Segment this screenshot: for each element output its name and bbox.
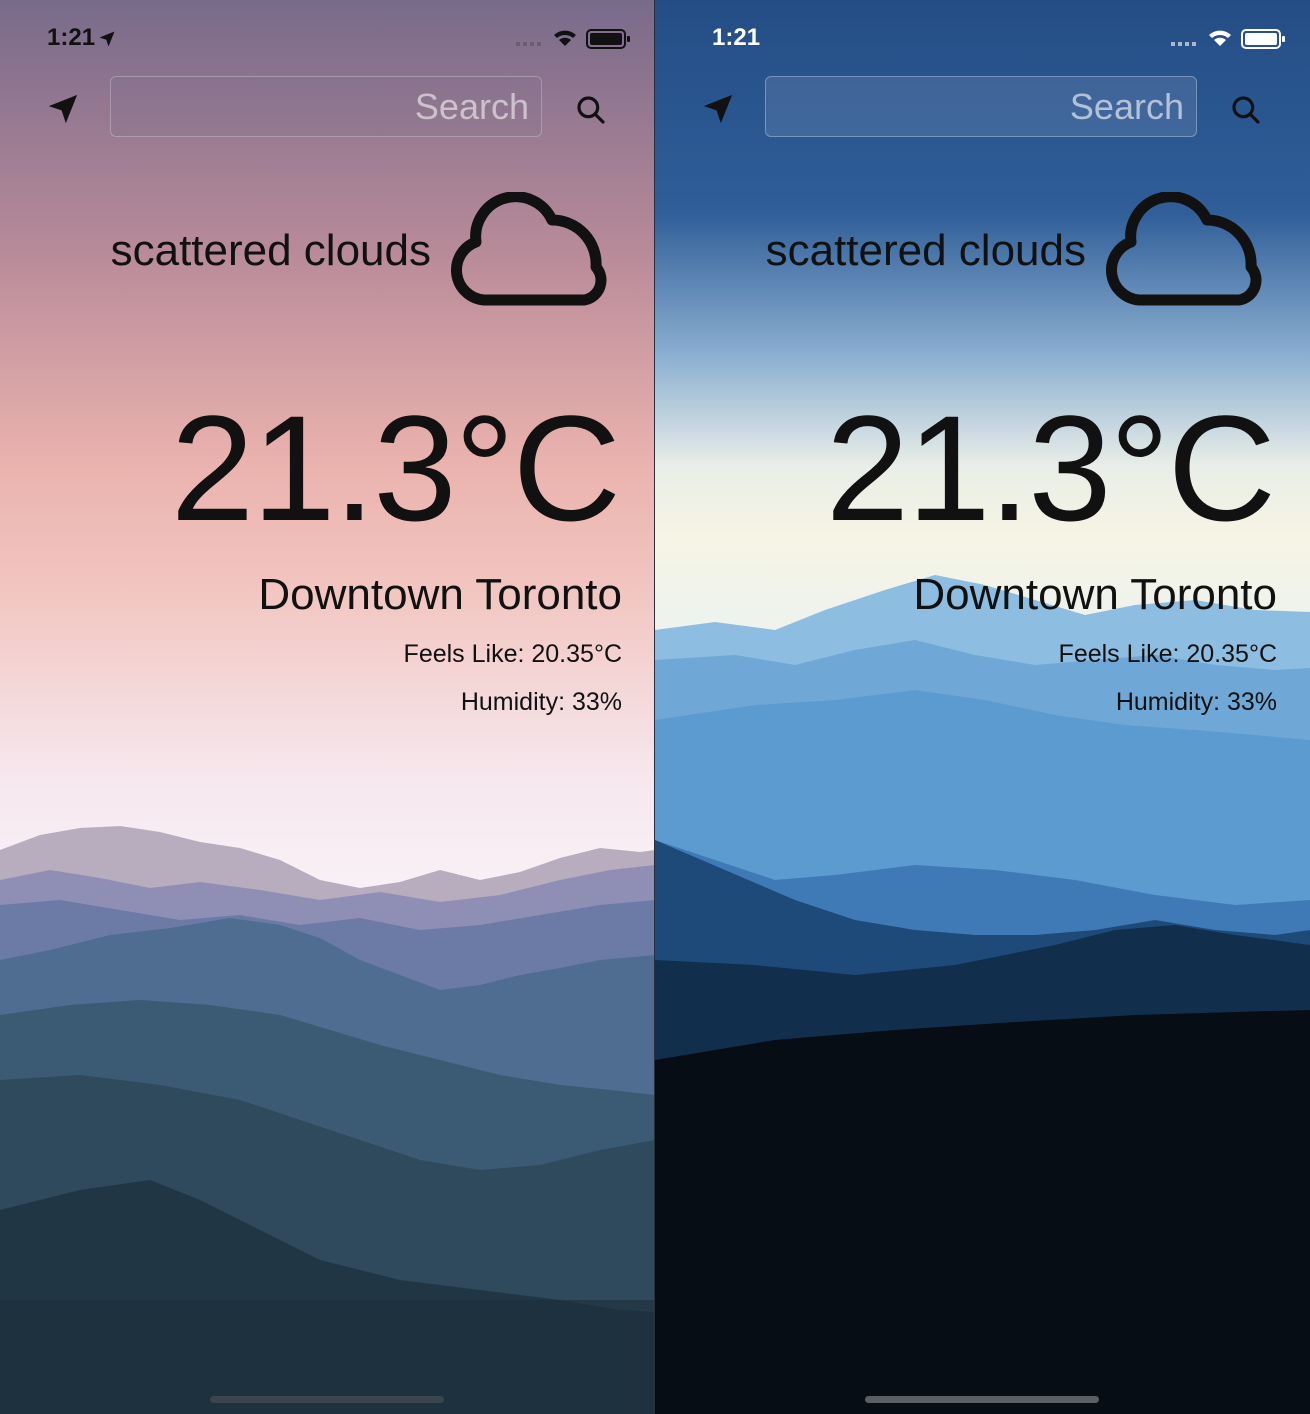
search-input[interactable] <box>110 76 542 137</box>
city-name: Downtown Toronto <box>258 570 622 619</box>
wifi-icon <box>554 30 576 46</box>
battery-icon <box>586 29 630 49</box>
dark-theme-screen: 1:21 scattered clouds 21.3°C Downtown To… <box>655 0 1310 1414</box>
light-theme-screen: 1:21 scattered clouds 21.3°C Downtown To… <box>0 0 655 1414</box>
current-location-button[interactable] <box>701 92 735 126</box>
weather-condition: scattered clouds <box>765 226 1086 275</box>
home-indicator[interactable] <box>210 1396 444 1403</box>
status-icons <box>1171 29 1285 49</box>
home-indicator[interactable] <box>865 1396 1099 1403</box>
search-icon[interactable] <box>575 94 607 126</box>
search-icon[interactable] <box>1230 94 1262 126</box>
signal-icon <box>1171 42 1196 46</box>
search-input[interactable] <box>765 76 1197 137</box>
feels-like: Feels Like: 20.35°C <box>403 640 622 668</box>
humidity: Humidity: 33% <box>1115 688 1277 716</box>
cloud-icon <box>1106 192 1262 306</box>
battery-icon <box>1241 29 1285 49</box>
humidity: Humidity: 33% <box>460 688 622 716</box>
status-time: 1:21 <box>712 24 761 51</box>
location-arrow-icon <box>99 31 115 47</box>
temperature: 21.3°C <box>170 384 621 552</box>
city-name: Downtown Toronto <box>913 570 1277 619</box>
current-location-button[interactable] <box>46 92 80 126</box>
weather-condition: scattered clouds <box>110 226 431 275</box>
temperature: 21.3°C <box>825 384 1276 552</box>
feels-like: Feels Like: 20.35°C <box>1058 640 1277 668</box>
wifi-icon <box>1209 30 1231 46</box>
status-icons <box>516 29 630 49</box>
signal-icon <box>516 42 541 46</box>
cloud-icon <box>451 192 607 306</box>
status-time: 1:21 <box>47 24 96 51</box>
